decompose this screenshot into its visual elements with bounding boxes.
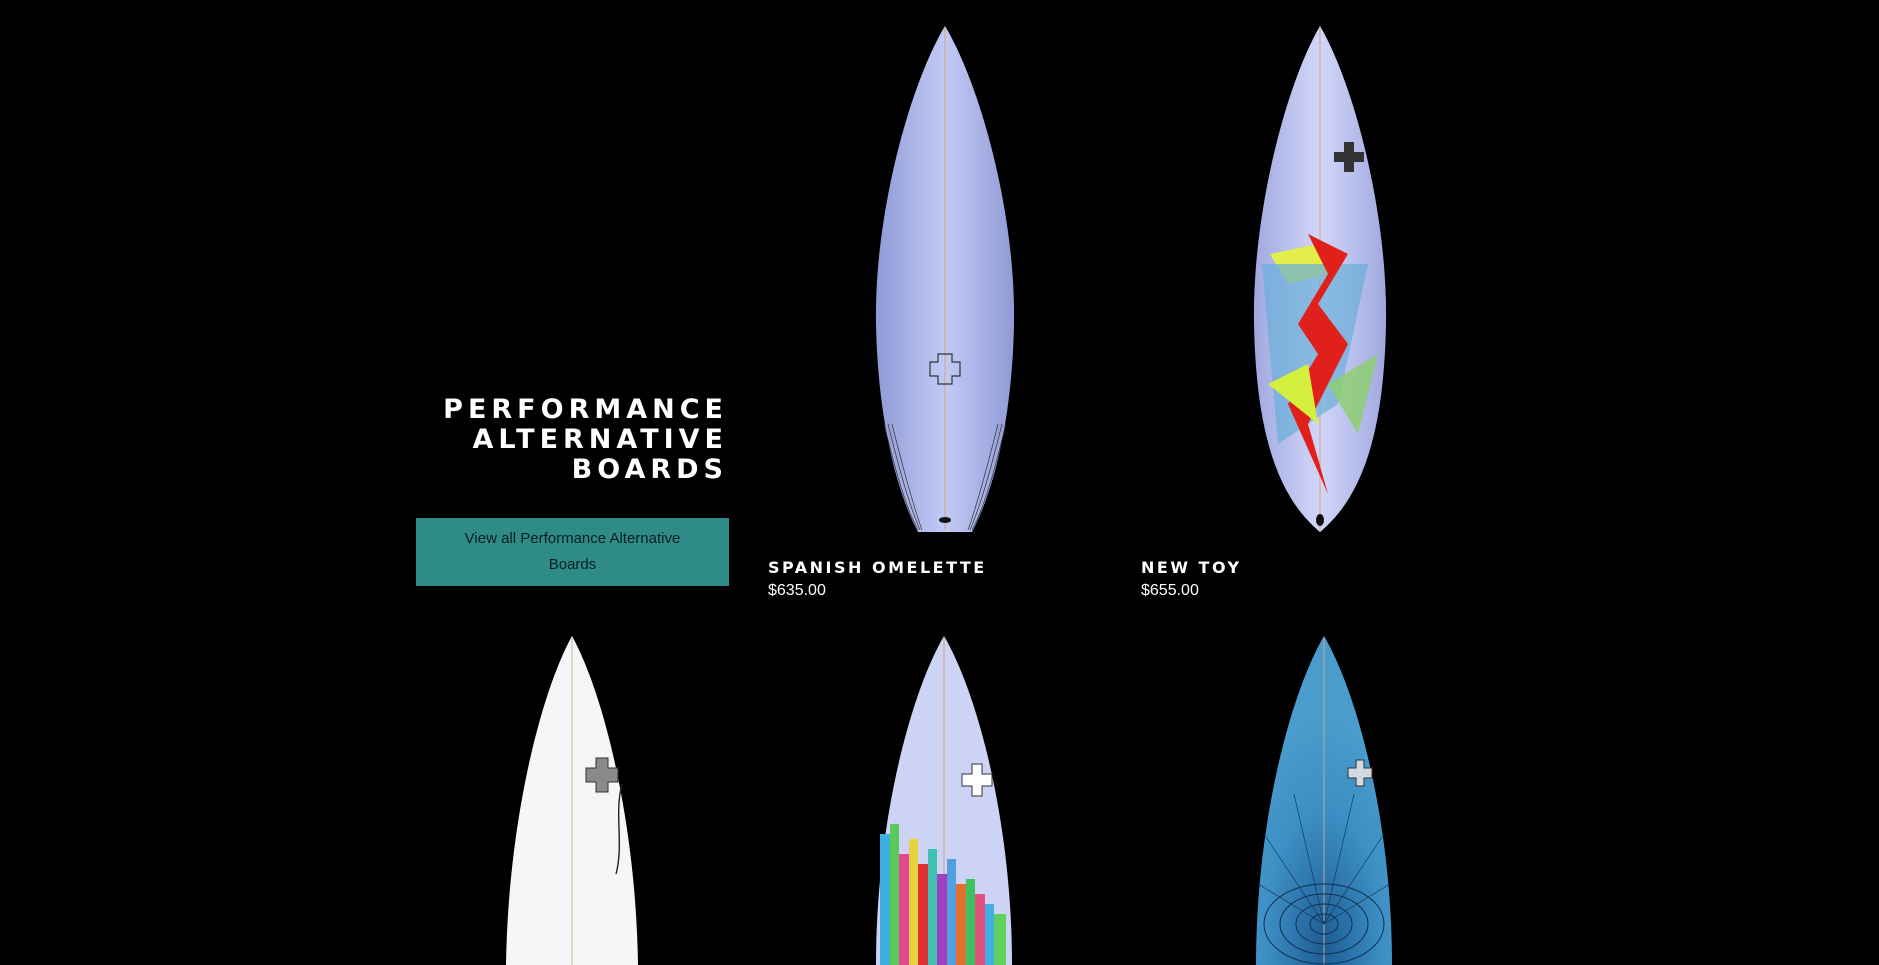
collection-title-line: BOARDS xyxy=(571,454,728,485)
product-image[interactable] xyxy=(504,634,640,965)
product-price: $635.00 xyxy=(768,582,826,599)
product-price: $655.00 xyxy=(1141,582,1199,599)
view-all-collection-button[interactable]: View all Performance Alternative Boards xyxy=(416,518,729,586)
product-image[interactable] xyxy=(874,634,1014,965)
collection-title-line: ALTERNATIVE xyxy=(472,424,728,455)
collection-title: PERFORMANCE ALTERNATIVE BOARDS xyxy=(416,395,728,485)
product-image[interactable] xyxy=(1254,634,1394,965)
product-title[interactable]: SPANISH OMELETTE xyxy=(768,558,987,577)
product-image[interactable] xyxy=(1248,24,1392,534)
view-all-label: View all Performance Alternative Boards xyxy=(464,530,681,573)
collection-title-line: PERFORMANCE xyxy=(443,394,728,425)
product-title[interactable]: NEW TOY xyxy=(1141,558,1242,577)
product-image[interactable] xyxy=(872,24,1018,536)
